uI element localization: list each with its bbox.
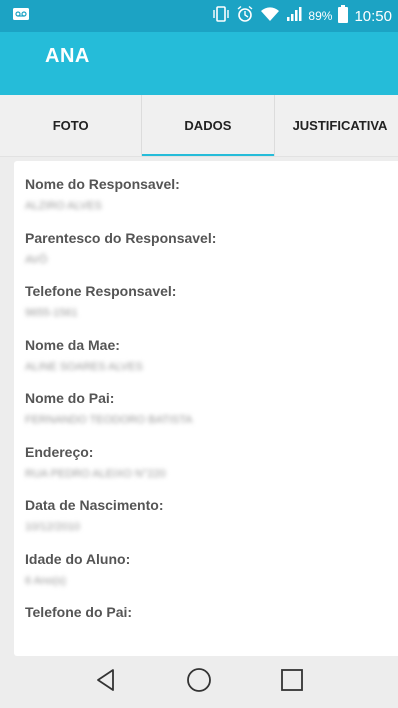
field-label: Idade do Aluno: <box>25 550 131 567</box>
status-time: 10:50 <box>354 7 392 25</box>
field-label: Nome do Pai: <box>25 390 115 406</box>
tab-dados-label: DADOS <box>184 118 232 133</box>
status-bar: 89% 10:50 <box>0 0 398 32</box>
field-telefone-pai: Telefone do Pai: <box>25 603 398 657</box>
back-button[interactable] <box>86 662 126 702</box>
tab-justificativa[interactable]: JUSTIFICATIVA <box>275 95 398 156</box>
page-title: ANA <box>45 45 90 67</box>
field-value: ALZIRO ALVES <box>25 200 102 212</box>
field-value: RUA PEDRO ALEIXO N°220 <box>25 467 166 480</box>
field-label: Nome da Mae: <box>25 336 120 353</box>
field-label: Telefone do Pai: <box>25 604 133 620</box>
back-icon <box>93 667 119 698</box>
phone-vibrate-icon <box>212 5 230 27</box>
tab-foto-label: FOTO <box>52 118 89 133</box>
home-icon <box>185 666 213 699</box>
field-endereco: Endereço: RUA PEDRO ALEIXO N°220 <box>25 443 398 497</box>
recents-button[interactable] <box>272 662 312 702</box>
field-value: AVÔ <box>25 253 48 266</box>
tab-foto[interactable]: FOTO <box>0 95 141 156</box>
battery-percent: 89% <box>308 9 333 23</box>
field-nome-mae: Nome da Mae: ALINE SOARES ALVES <box>25 336 398 390</box>
tab-dados[interactable]: DADOS <box>141 95 275 156</box>
field-label: Telefone Responsavel: <box>25 283 177 299</box>
field-label: Nome do Responsavel: <box>25 176 180 192</box>
app-bar: ANA <box>0 32 398 95</box>
home-button[interactable] <box>179 662 219 702</box>
field-value: 9655-1561 <box>25 307 78 319</box>
tab-bar: FOTO DADOS JUSTIFICATIVA <box>0 95 398 157</box>
battery-icon <box>338 5 349 27</box>
field-value: ALINE SOARES ALVES <box>25 360 143 373</box>
voicemail-icon <box>12 7 30 26</box>
alarm-icon <box>236 5 254 27</box>
details-card: Nome do Responsavel: ALZIRO ALVES Parent… <box>14 161 398 656</box>
field-value: 6 Ano(s) <box>25 574 66 587</box>
field-value: FERNANDO TEODORO BATISTA <box>25 414 193 426</box>
tab-justificativa-label: JUSTIFICATIVA <box>292 118 388 133</box>
field-label: Endereço: <box>25 443 94 460</box>
field-telefone-responsavel: Telefone Responsavel: 9655-1561 <box>25 282 398 336</box>
navigation-bar <box>0 656 398 708</box>
signal-icon <box>286 6 302 26</box>
field-label: Data de Nascimento: <box>25 497 164 513</box>
field-nome-pai: Nome do Pai: FERNANDO TEODORO BATISTA <box>25 389 398 443</box>
field-idade-aluno: Idade do Aluno: 6 Ano(s) <box>25 550 398 604</box>
field-data-nascimento: Data de Nascimento: 10/12/2010 <box>25 496 398 550</box>
field-nome-responsavel: Nome do Responsavel: ALZIRO ALVES <box>25 175 398 229</box>
field-value: 10/12/2010 <box>25 521 81 533</box>
field-parentesco-responsavel: Parentesco do Responsavel: AVÔ <box>25 229 398 283</box>
field-label: Parentesco do Responsavel: <box>25 229 217 246</box>
recents-icon <box>279 667 305 698</box>
wifi-icon <box>260 6 280 26</box>
